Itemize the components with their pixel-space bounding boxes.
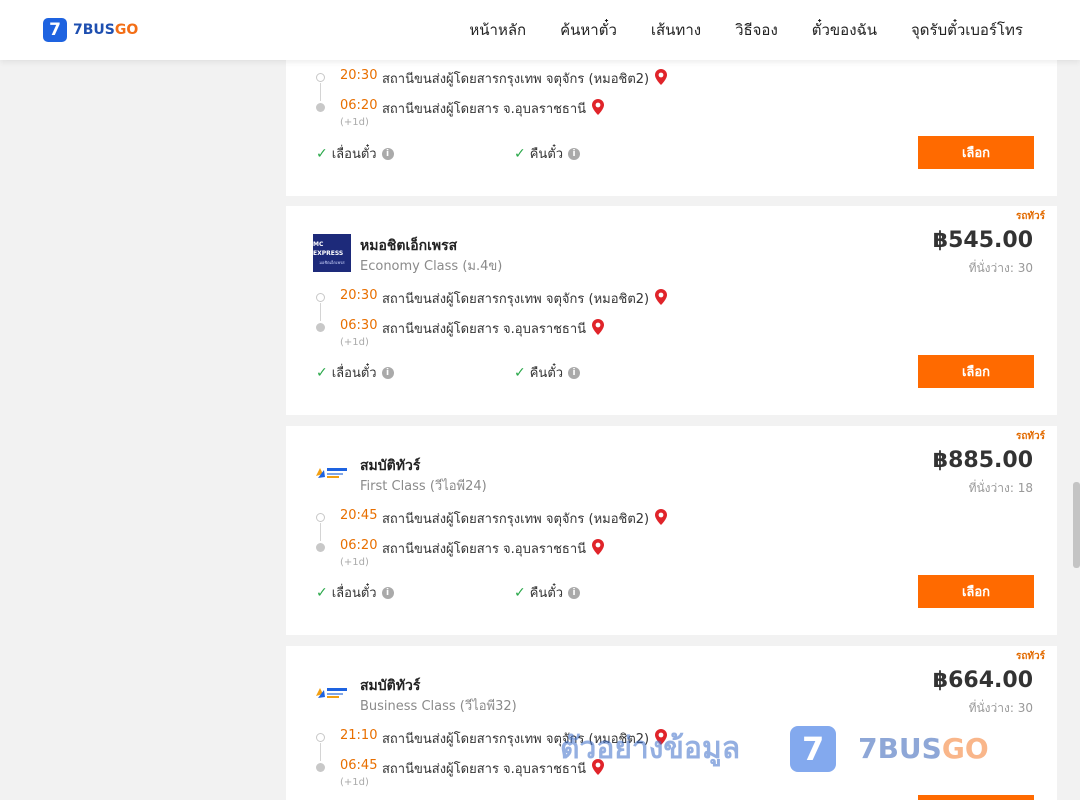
nav-home[interactable]: หน้าหลัก xyxy=(469,18,526,42)
available-seats: ที่นั่งว่าง: 30 xyxy=(968,701,1033,715)
arrival-dot-icon xyxy=(316,763,325,772)
option-reschedule: ✓ เลื่อนตั๋ว i xyxy=(316,362,514,383)
page-scrollbar[interactable] xyxy=(1073,482,1080,568)
select-button[interactable]: เลือก xyxy=(918,575,1034,608)
info-icon[interactable]: i xyxy=(381,586,394,599)
select-button[interactable]: เลือก xyxy=(918,355,1034,388)
check-icon: ✓ xyxy=(514,364,526,381)
trip-card: รถทัวร์ MC EXPRESS มอชิตเอ็กเพรส หมอชิตเอ… xyxy=(286,206,1057,415)
route-line xyxy=(320,303,321,321)
departure-time: 20:30 xyxy=(340,288,378,303)
seat-class: Economy Class (ม.4ข) xyxy=(360,259,503,274)
check-icon: ✓ xyxy=(316,364,328,381)
info-icon[interactable]: i xyxy=(568,586,581,599)
map-pin-icon[interactable] xyxy=(592,758,605,779)
info-icon[interactable]: i xyxy=(568,147,581,160)
check-icon: ✓ xyxy=(316,584,328,601)
operator-name: สมบัติทัวร์ xyxy=(360,458,421,474)
check-icon: ✓ xyxy=(514,584,526,601)
map-pin-icon[interactable] xyxy=(592,318,605,339)
check-icon: ✓ xyxy=(316,145,328,162)
departure-time: 21:10 xyxy=(340,728,378,743)
option-refund: ✓ คืนตั๋ว i xyxy=(514,362,712,383)
top-header: 7 7BUSGO หน้าหลัก ค้นหาตั๋ว เส้นทาง วิธี… xyxy=(0,0,1080,60)
departure-station: สถานีขนส่งผู้โดยสารกรุงเทพ จตุจักร (หมอช… xyxy=(382,68,668,89)
operator-logo xyxy=(313,674,351,712)
nav-search-ticket[interactable]: ค้นหาตั๋ว xyxy=(560,18,617,42)
departure-dot-icon xyxy=(316,733,325,742)
main-nav: หน้าหลัก ค้นหาตั๋ว เส้นทาง วิธีจอง ตั๋วข… xyxy=(435,0,1023,60)
info-icon[interactable]: i xyxy=(381,366,394,379)
departure-dot-icon xyxy=(316,513,325,522)
arrival-time: 06:20 xyxy=(340,98,378,113)
site-logo[interactable]: 7 7BUSGO xyxy=(43,18,138,42)
plus-day-label: (+1d) xyxy=(340,777,369,788)
route-line xyxy=(320,83,321,101)
available-seats: ที่นั่งว่าง: 18 xyxy=(968,481,1033,495)
departure-time: 20:45 xyxy=(340,508,378,523)
nav-routes[interactable]: เส้นทาง xyxy=(651,18,701,42)
map-pin-icon[interactable] xyxy=(592,98,605,119)
option-refund: ✓ คืนตั๋ว i xyxy=(514,582,712,603)
ticket-price: ฿545.00 xyxy=(932,228,1033,253)
check-icon: ✓ xyxy=(514,145,526,162)
arrival-time: 06:30 xyxy=(340,318,378,333)
ticket-price: ฿664.00 xyxy=(932,668,1033,693)
trip-card: รถทัวร์ สมบัติทัวร์ First Class (วีไอพี2… xyxy=(286,426,1057,635)
plus-day-label: (+1d) xyxy=(340,117,369,128)
vehicle-type-tag: รถทัวร์ xyxy=(1015,431,1045,442)
info-icon[interactable]: i xyxy=(568,366,581,379)
plus-day-label: (+1d) xyxy=(340,557,369,568)
departure-dot-icon xyxy=(316,293,325,302)
departure-time: 20:30 xyxy=(340,68,378,83)
departure-dot-icon xyxy=(316,73,325,82)
arrival-station: สถานีขนส่งผู้โดยสาร จ.อุบลราชธานี xyxy=(382,318,605,339)
map-pin-icon[interactable] xyxy=(655,68,668,89)
route-line xyxy=(320,523,321,541)
option-reschedule: ✓ เลื่อนตั๋ว i xyxy=(316,582,514,603)
arrival-station: สถานีขนส่งผู้โดยสาร จ.อุบลราชธานี xyxy=(382,538,605,559)
arrival-dot-icon xyxy=(316,323,325,332)
operator-name: สมบัติทัวร์ xyxy=(360,678,421,694)
arrival-time: 06:45 xyxy=(340,758,378,773)
map-pin-icon[interactable] xyxy=(655,288,668,309)
select-button[interactable]: เลือก xyxy=(918,795,1034,800)
vehicle-type-tag: รถทัวร์ xyxy=(1015,651,1045,662)
available-seats: ที่นั่งว่าง: 30 xyxy=(968,261,1033,275)
map-pin-icon[interactable] xyxy=(655,728,668,749)
arrival-station: สถานีขนส่งผู้โดยสาร จ.อุบลราชธานี xyxy=(382,98,605,119)
route-line xyxy=(320,743,321,761)
arrival-dot-icon xyxy=(316,103,325,112)
plus-day-label: (+1d) xyxy=(340,337,369,348)
ticket-price: ฿885.00 xyxy=(932,448,1033,473)
trip-card: 20:30 สถานีขนส่งผู้โดยสารกรุงเทพ จตุจักร… xyxy=(286,45,1057,196)
nav-pickup-points[interactable]: จุดรับตั๋วเบอร์โทร xyxy=(911,18,1023,42)
logo-text: 7BUSGO xyxy=(73,22,139,38)
info-icon[interactable]: i xyxy=(381,147,394,160)
seat-class: First Class (วีไอพี24) xyxy=(360,479,487,494)
operator-logo: MC EXPRESS มอชิตเอ็กเพรส xyxy=(313,234,351,272)
operator-logo xyxy=(313,454,351,492)
map-pin-icon[interactable] xyxy=(655,508,668,529)
option-reschedule: ✓ เลื่อนตั๋ว i xyxy=(316,143,514,164)
ticket-options: ✓ เลื่อนตั๋ว i ✓ คืนตั๋ว i xyxy=(316,143,712,164)
vehicle-type-tag: รถทัวร์ xyxy=(1015,211,1045,222)
seat-class: Business Class (วีไอพี32) xyxy=(360,699,517,714)
ticket-options: ✓ เลื่อนตั๋ว i ✓ คืนตั๋ว i xyxy=(316,582,712,603)
select-button[interactable]: เลือก xyxy=(918,136,1034,169)
ticket-options: ✓ เลื่อนตั๋ว i ✓ คืนตั๋ว i xyxy=(316,362,712,383)
arrival-dot-icon xyxy=(316,543,325,552)
trip-card: รถทัวร์ สมบัติทัวร์ Business Class (วีไอ… xyxy=(286,646,1057,800)
arrival-station: สถานีขนส่งผู้โดยสาร จ.อุบลราชธานี xyxy=(382,758,605,779)
nav-how-to-book[interactable]: วิธีจอง xyxy=(735,18,778,42)
logo-mark: 7 xyxy=(43,18,67,42)
nav-my-tickets[interactable]: ตั๋วของฉัน xyxy=(812,18,877,42)
map-pin-icon[interactable] xyxy=(592,538,605,559)
option-refund: ✓ คืนตั๋ว i xyxy=(514,143,712,164)
departure-station: สถานีขนส่งผู้โดยสารกรุงเทพ จตุจักร (หมอช… xyxy=(382,288,668,309)
operator-name: หมอชิตเอ็กเพรส xyxy=(360,238,458,254)
departure-station: สถานีขนส่งผู้โดยสารกรุงเทพ จตุจักร (หมอช… xyxy=(382,508,668,529)
departure-station: สถานีขนส่งผู้โดยสารกรุงเทพ จตุจักร (หมอช… xyxy=(382,728,668,749)
arrival-time: 06:20 xyxy=(340,538,378,553)
